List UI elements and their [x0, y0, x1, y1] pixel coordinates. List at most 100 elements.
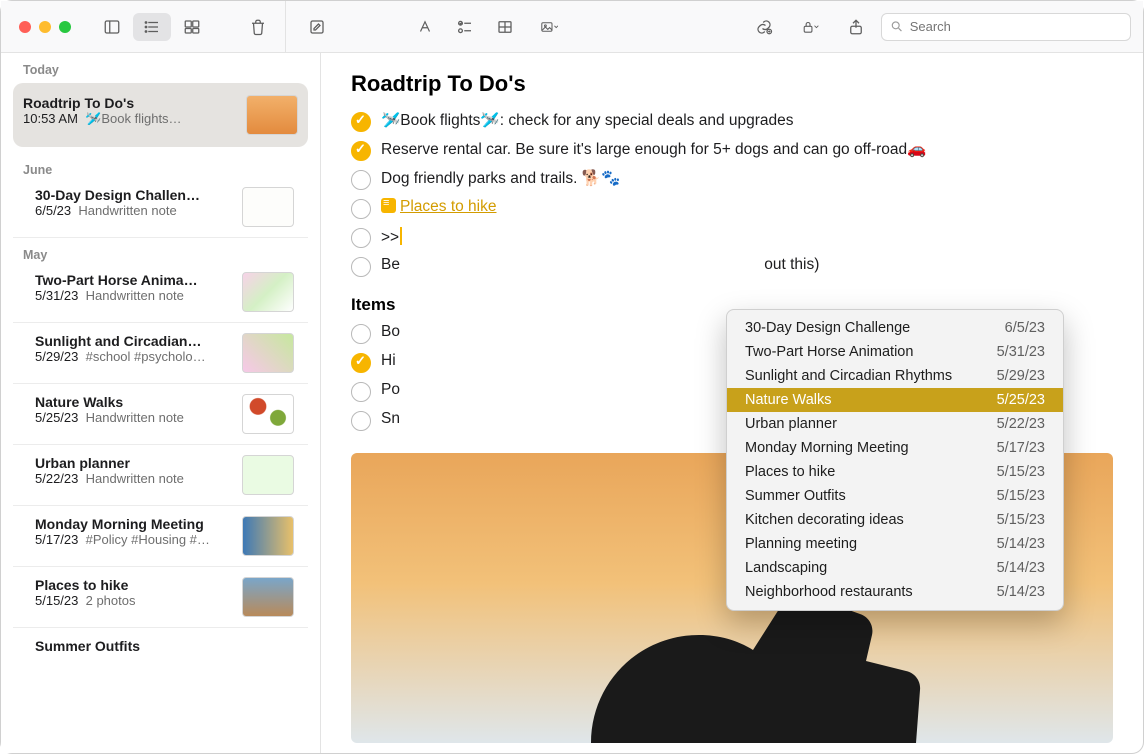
- note-list-item[interactable]: Nature Walks5/25/23 Handwritten note: [13, 384, 308, 445]
- gallery-view-button[interactable]: [173, 13, 211, 41]
- note-link-icon: [381, 198, 396, 213]
- suggestion-item[interactable]: Places to hike5/15/23: [727, 460, 1063, 484]
- table-button[interactable]: [486, 13, 524, 41]
- note-list-item[interactable]: Sunlight and Circadian…5/29/23 #school #…: [13, 323, 308, 384]
- note-title: Sunlight and Circadian…: [35, 333, 232, 349]
- checklist-text: Places to hike: [381, 198, 497, 216]
- lock-button[interactable]: [789, 13, 831, 41]
- toggle-sidebar-button[interactable]: [93, 13, 131, 41]
- search-input[interactable]: [910, 19, 1122, 34]
- checkbox-icon[interactable]: [351, 228, 371, 248]
- checkbox-icon[interactable]: [351, 257, 371, 277]
- suggestion-item[interactable]: Sunlight and Circadian Rhythms5/29/23: [727, 364, 1063, 388]
- close-window-button[interactable]: [19, 21, 31, 33]
- list-view-button[interactable]: [133, 13, 171, 41]
- checkbox-icon[interactable]: [351, 170, 371, 190]
- note-thumbnail: [242, 577, 294, 617]
- note-list-item[interactable]: Places to hike5/15/23 2 photos: [13, 567, 308, 628]
- note-list-item[interactable]: Monday Morning Meeting5/17/23 #Policy #H…: [13, 506, 308, 567]
- new-note-button[interactable]: [298, 13, 336, 41]
- media-button[interactable]: [526, 13, 572, 41]
- sidebar-section-header: May: [1, 238, 320, 262]
- note-thumbnail: [242, 394, 294, 434]
- checklist-text: Dog friendly parks and trails. 🐕🐾: [381, 169, 620, 188]
- note-title: Summer Outfits: [35, 638, 294, 654]
- suggestion-item-selected[interactable]: Nature Walks5/25/23: [727, 388, 1063, 412]
- note-subtitle: 5/29/23 #school #psycholo…: [35, 349, 232, 364]
- sidebar-section-header: Today: [1, 53, 320, 77]
- note-list-item[interactable]: Urban planner5/22/23 Handwritten note: [13, 445, 308, 506]
- suggestion-item[interactable]: Two-Part Horse Animation5/31/23: [727, 340, 1063, 364]
- note-thumbnail: [246, 95, 298, 135]
- note-link-suggestion-popup: 30-Day Design Challenge6/5/23 Two-Part H…: [726, 309, 1064, 611]
- checklist-text: >>: [381, 227, 402, 247]
- checklist-item[interactable]: Reserve rental car. Be sure it's large e…: [321, 136, 1143, 165]
- checkbox-icon[interactable]: [351, 141, 371, 161]
- suggestion-item[interactable]: Landscaping5/14/23: [727, 556, 1063, 580]
- note-subtitle: 6/5/23 Handwritten note: [35, 203, 232, 218]
- checklist-text: Po: [381, 381, 400, 399]
- note-list-item[interactable]: Roadtrip To Do's 10:53 AM 🛩️Book flights…: [13, 83, 308, 147]
- note-heading: Roadtrip To Do's: [321, 71, 1143, 107]
- suggestion-item[interactable]: 30-Day Design Challenge6/5/23: [727, 316, 1063, 340]
- suggestion-item[interactable]: Urban planner5/22/23: [727, 412, 1063, 436]
- note-subtitle: 5/22/23 Handwritten note: [35, 471, 232, 486]
- checklist-text: 🛩️Book flights🛩️: check for any special …: [381, 111, 794, 130]
- share-button[interactable]: [837, 13, 875, 41]
- window-titlebar: [1, 1, 1143, 53]
- note-subtitle: 5/15/23 2 photos: [35, 593, 232, 608]
- checklist-item[interactable]: Dog friendly parks and trails. 🐕🐾: [321, 165, 1143, 194]
- suggestion-item[interactable]: Summer Outfits5/15/23: [727, 484, 1063, 508]
- checklist-text: Sn: [381, 410, 400, 428]
- minimize-window-button[interactable]: [39, 21, 51, 33]
- window-controls: [1, 21, 71, 33]
- note-thumbnail: [242, 187, 294, 227]
- note-thumbnail: [242, 333, 294, 373]
- suggestion-item[interactable]: Kitchen decorating ideas5/15/23: [727, 508, 1063, 532]
- checkbox-icon[interactable]: [351, 112, 371, 132]
- checklist-text: Bo: [381, 323, 400, 341]
- fullscreen-window-button[interactable]: [59, 21, 71, 33]
- note-title: 30-Day Design Challen…: [35, 187, 232, 203]
- checkbox-icon[interactable]: [351, 324, 371, 344]
- checkbox-icon[interactable]: [351, 382, 371, 402]
- note-link[interactable]: Places to hike: [400, 198, 497, 215]
- notes-list-sidebar: Today Roadtrip To Do's 10:53 AM 🛩️Book f…: [1, 53, 321, 753]
- suggestion-item[interactable]: Neighborhood restaurants5/14/23: [727, 580, 1063, 604]
- note-title: Nature Walks: [35, 394, 232, 410]
- checkbox-icon[interactable]: [351, 199, 371, 219]
- checklist-text: Hi: [381, 352, 396, 370]
- note-title: Two-Part Horse Anima…: [35, 272, 232, 288]
- note-title: Roadtrip To Do's: [23, 95, 236, 111]
- search-field[interactable]: [881, 13, 1131, 41]
- note-subtitle: 5/31/23 Handwritten note: [35, 288, 232, 303]
- suggestion-item[interactable]: Monday Morning Meeting5/17/23: [727, 436, 1063, 460]
- checkbox-icon[interactable]: [351, 411, 371, 431]
- format-text-button[interactable]: [406, 13, 444, 41]
- note-list-item[interactable]: 30-Day Design Challen… 6/5/23 Handwritte…: [13, 177, 308, 238]
- checklist-item[interactable]: 🛩️Book flights🛩️: check for any special …: [321, 107, 1143, 136]
- sidebar-section-header: June: [1, 153, 320, 177]
- note-thumbnail: [242, 272, 294, 312]
- note-editor[interactable]: Roadtrip To Do's 🛩️Book flights🛩️: check…: [321, 53, 1143, 753]
- note-thumbnail: [242, 455, 294, 495]
- note-subtitle: 10:53 AM 🛩️Book flights…: [23, 111, 236, 127]
- search-icon: [890, 19, 904, 34]
- note-subtitle: 5/17/23 #Policy #Housing #…: [35, 532, 232, 547]
- suggestion-item[interactable]: Planning meeting5/14/23: [727, 532, 1063, 556]
- note-title: Places to hike: [35, 577, 232, 593]
- checklist-text: Reserve rental car. Be sure it's large e…: [381, 140, 926, 159]
- checklist-button[interactable]: [446, 13, 484, 41]
- checklist-item[interactable]: >>: [321, 223, 1143, 252]
- note-title: Monday Morning Meeting: [35, 516, 232, 532]
- checklist-item[interactable]: Bexxxxxxxxxxxxxxxxxxxxxxxxxxxxxxxxxxxxxx…: [321, 252, 1143, 281]
- note-list-item[interactable]: Summer Outfits: [13, 628, 308, 664]
- note-thumbnail: [242, 516, 294, 556]
- note-list-item[interactable]: Two-Part Horse Anima…5/31/23 Handwritten…: [13, 262, 308, 323]
- delete-note-button[interactable]: [239, 13, 277, 41]
- checkbox-icon[interactable]: [351, 353, 371, 373]
- note-subtitle: 5/25/23 Handwritten note: [35, 410, 232, 425]
- checklist-item[interactable]: Places to hike: [321, 194, 1143, 223]
- link-button[interactable]: [745, 13, 783, 41]
- checklist-text: Bexxxxxxxxxxxxxxxxxxxxxxxxxxxxxxxxxxxxxx…: [381, 256, 819, 274]
